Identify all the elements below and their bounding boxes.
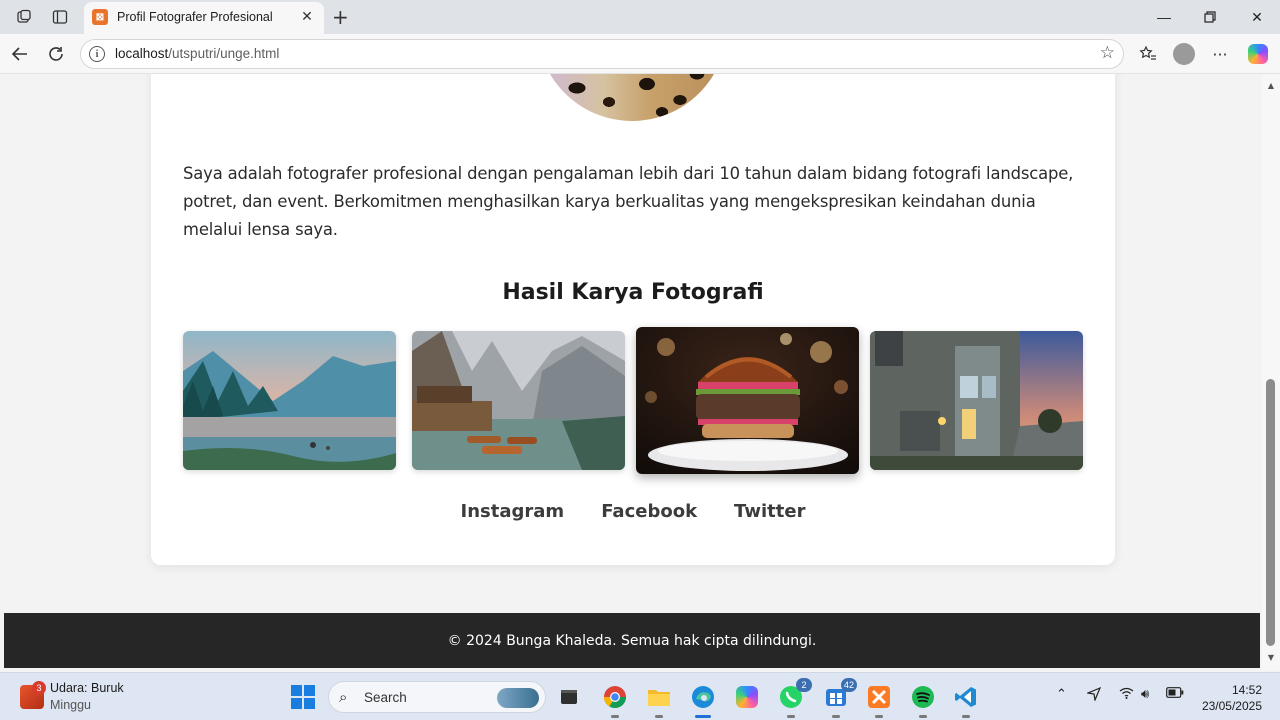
search-icon: ⌕	[339, 688, 348, 706]
gallery-photo-burger[interactable]	[636, 327, 859, 474]
scrollbar-thumb[interactable]	[1266, 379, 1275, 646]
workspaces-icon[interactable]	[12, 6, 36, 28]
address-bar-row: i localhost/utsputri/unge.html ☆ ···	[0, 34, 1280, 74]
chrome-app-icon[interactable]	[599, 681, 631, 718]
gallery-photo-lake[interactable]	[183, 331, 396, 470]
weather-widget[interactable]: 3 Udara: Buruk Minggu	[20, 681, 130, 715]
weather-title: Udara: Buruk	[50, 681, 124, 695]
whatsapp-app-icon[interactable]: 2	[775, 678, 812, 718]
windows-taskbar: 3 Udara: Buruk Minggu ⌕ Search 2 42 ⌃ 🔊︎…	[0, 672, 1280, 720]
whatsapp-badge: 2	[796, 678, 812, 692]
running-indicator	[655, 715, 663, 718]
url-field[interactable]: i localhost/utsputri/unge.html ☆	[80, 39, 1124, 69]
wifi-icon[interactable]	[1119, 687, 1134, 703]
restore-icon[interactable]	[1187, 5, 1233, 29]
weather-badge: 3	[32, 681, 46, 695]
profile-card: Saya adalah fotografer profesional denga…	[151, 74, 1115, 565]
store-app-icon[interactable]: 42	[820, 678, 857, 718]
running-indicator	[787, 715, 795, 718]
start-button[interactable]	[287, 681, 319, 713]
scroll-down-icon[interactable]: ▼	[1266, 652, 1276, 662]
gallery-photo-boats[interactable]	[412, 331, 625, 470]
browser-tab-bar: ⊠ Profil Fotografer Profesional ✕ + — ✕	[0, 0, 1280, 34]
site-info-icon[interactable]: i	[89, 46, 105, 62]
volume-icon[interactable]: 🔊︎	[1141, 687, 1149, 702]
url-path: /utsputri/unge.html	[168, 46, 280, 61]
scroll-up-icon[interactable]: ▲	[1266, 80, 1276, 90]
file-explorer-app-icon[interactable]	[643, 681, 675, 718]
vscode-app-icon[interactable]	[950, 681, 982, 718]
running-indicator	[695, 715, 711, 718]
instagram-link[interactable]: Instagram	[461, 501, 565, 522]
xampp-app-icon[interactable]	[863, 681, 895, 718]
page-scrollbar[interactable]: ▲ ▼	[1262, 74, 1280, 670]
vertical-tabs-icon[interactable]	[48, 6, 72, 28]
favorites-icon[interactable]	[1136, 42, 1160, 66]
page-viewport: Saya adalah fotografer profesional denga…	[0, 74, 1262, 670]
close-window-icon[interactable]: ✕	[1234, 5, 1280, 29]
profile-photo	[537, 74, 727, 121]
spotify-app-icon[interactable]	[907, 681, 939, 718]
more-menu-icon[interactable]: ···	[1208, 42, 1232, 66]
tab-active[interactable]: ⊠ Profil Fotografer Profesional ✕	[84, 2, 324, 34]
store-badge: 42	[840, 678, 857, 692]
refresh-icon[interactable]	[44, 43, 68, 65]
gallery-title: Hasil Karya Fotografi	[502, 280, 764, 305]
url-host: localhost	[115, 46, 169, 61]
windows-logo-icon	[291, 685, 315, 709]
running-indicator	[962, 715, 970, 718]
edge-app-icon[interactable]	[687, 681, 719, 718]
profile-avatar-icon[interactable]	[1172, 42, 1196, 66]
favorite-star-icon[interactable]: ☆	[1100, 43, 1115, 63]
weather-subtitle: Minggu	[50, 698, 91, 712]
bio-text: Saya adalah fotografer profesional denga…	[183, 164, 1074, 239]
system-clock[interactable]: 14:52 23/05/2025	[1202, 682, 1262, 714]
taskbar-search[interactable]: ⌕ Search	[328, 681, 546, 713]
location-icon[interactable]	[1085, 686, 1102, 705]
battery-icon[interactable]	[1166, 687, 1184, 702]
gallery-photo-house[interactable]	[870, 331, 1083, 470]
back-icon[interactable]	[8, 43, 32, 65]
search-label: Search	[364, 690, 407, 705]
social-links: Instagram Facebook Twitter	[151, 501, 1115, 522]
minimize-icon[interactable]: —	[1141, 5, 1187, 29]
xampp-favicon-icon: ⊠	[92, 9, 108, 25]
page-footer: © 2024 Bunga Khaleda. Semua hak cipta di…	[4, 613, 1260, 668]
clock-date: 23/05/2025	[1201, 699, 1262, 713]
close-tab-icon[interactable]: ✕	[298, 8, 316, 26]
show-hidden-icons-icon[interactable]: ⌃	[1056, 687, 1067, 702]
running-indicator	[611, 715, 619, 718]
running-indicator	[919, 715, 927, 718]
search-highlight-image	[497, 688, 539, 708]
facebook-link[interactable]: Facebook	[601, 501, 697, 522]
url-text: localhost/utsputri/unge.html	[115, 46, 279, 61]
copilot-icon[interactable]	[1246, 42, 1270, 66]
twitter-link[interactable]: Twitter	[734, 501, 805, 522]
new-tab-icon[interactable]: +	[332, 5, 349, 29]
clock-time: 14:52	[1231, 683, 1262, 697]
taskview-app[interactable]	[553, 681, 585, 713]
copilot-app-icon[interactable]	[731, 681, 763, 713]
running-indicator	[875, 715, 883, 718]
copyright-text: © 2024 Bunga Khaleda. Semua hak cipta di…	[447, 632, 817, 649]
running-indicator	[832, 715, 840, 718]
tab-title: Profil Fotografer Profesional	[117, 10, 273, 24]
